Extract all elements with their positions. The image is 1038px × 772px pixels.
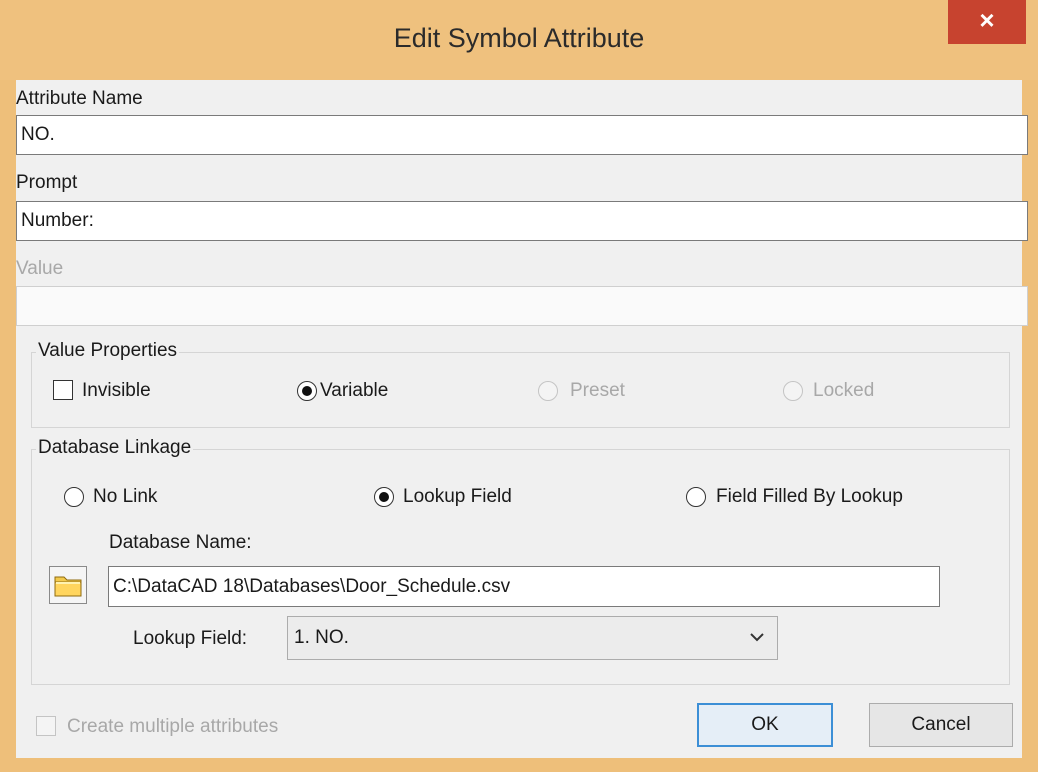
variable-label: Variable	[320, 380, 389, 401]
chevron-down-icon	[750, 633, 764, 642]
variable-radio[interactable]	[297, 381, 317, 401]
field-filled-label: Field Filled By Lookup	[716, 486, 903, 507]
locked-radio[interactable]	[783, 381, 803, 401]
attribute-name-label: Attribute Name	[16, 88, 143, 109]
lookup-field-select[interactable]: 1. NO.	[287, 616, 778, 660]
dialog-client-area: Attribute Name NO. Prompt Number: Value …	[16, 80, 1028, 758]
value-properties-title: Value Properties	[36, 340, 180, 362]
database-linkage-title: Database Linkage	[36, 437, 194, 459]
value-label: Value	[16, 258, 64, 279]
create-multiple-label: Create multiple attributes	[67, 716, 279, 737]
database-name-label: Database Name:	[109, 532, 252, 553]
database-name-input[interactable]: C:\DataCAD 18\Databases\Door_Schedule.cs…	[108, 566, 940, 607]
close-icon: ×	[979, 5, 995, 35]
no-link-label: No Link	[93, 486, 158, 507]
field-filled-radio[interactable]	[686, 487, 706, 507]
prompt-label: Prompt	[16, 172, 78, 193]
no-link-radio[interactable]	[64, 487, 84, 507]
ok-button[interactable]: OK	[697, 703, 833, 747]
dialog-window: Edit Symbol Attribute × Attribute Name N…	[0, 0, 1038, 772]
lookup-field-select-value: 1. NO.	[294, 627, 349, 648]
invisible-label: Invisible	[82, 380, 151, 401]
preset-label: Preset	[570, 380, 625, 401]
close-button[interactable]: ×	[948, 0, 1026, 44]
lookup-field-label: Lookup Field:	[133, 628, 248, 649]
value-input[interactable]	[16, 286, 1028, 326]
locked-label: Locked	[813, 380, 875, 401]
lookup-field-option-label: Lookup Field	[403, 486, 512, 507]
invisible-checkbox[interactable]	[53, 380, 73, 400]
preset-radio[interactable]	[538, 381, 558, 401]
attribute-name-input[interactable]: NO.	[16, 115, 1028, 155]
browse-database-button[interactable]	[49, 566, 87, 604]
prompt-input[interactable]: Number:	[16, 201, 1028, 241]
create-multiple-checkbox[interactable]	[36, 716, 56, 736]
title-bar[interactable]: Edit Symbol Attribute ×	[0, 0, 1038, 80]
folder-open-icon	[54, 576, 82, 597]
cancel-button[interactable]: Cancel	[869, 703, 1013, 747]
lookup-field-radio[interactable]	[374, 487, 394, 507]
dialog-title: Edit Symbol Attribute	[393, 23, 645, 53]
